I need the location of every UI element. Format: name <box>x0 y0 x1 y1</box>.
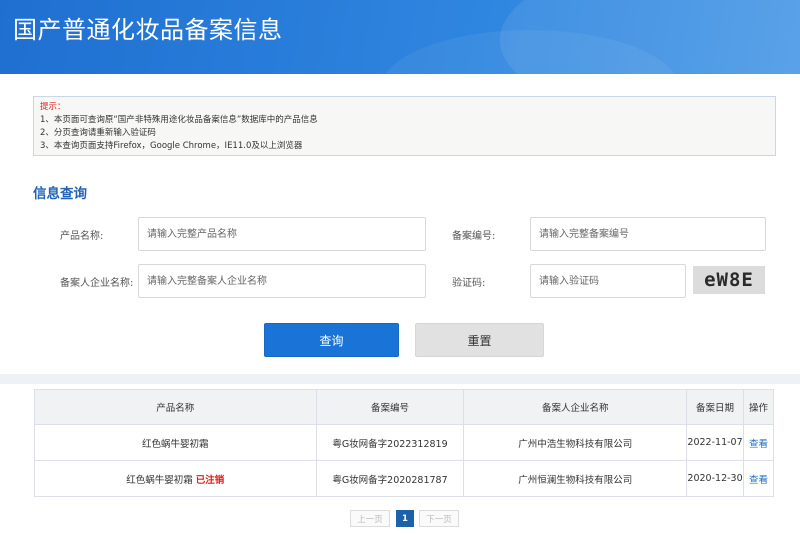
product-name-label: 产品名称: <box>60 231 104 242</box>
captcha-label: 验证码: <box>452 278 486 289</box>
column-header: 操作 <box>743 389 774 425</box>
column-header: 产品名称 <box>34 389 317 425</box>
record-no-label: 备案编号: <box>452 231 496 242</box>
product-name: 红色蜗牛婴初霜 <box>126 474 193 486</box>
record-no-cell: 粤G妆网备字2020281787 <box>315 460 465 497</box>
captcha-input[interactable] <box>530 264 686 298</box>
product-name-input[interactable] <box>138 217 426 251</box>
date-cell: 2022-11-07 <box>686 424 745 461</box>
product-name-cell: 红色蜗牛婴初霜 <box>34 424 317 461</box>
tip-line: 3、本查询页面支持Firefox，Google Chrome，IE11.0及以上… <box>40 141 303 151</box>
table-row: 红色蜗牛婴初霜 粤G妆网备字2022312819 广州中浩生物科技有限公司 20… <box>34 424 774 461</box>
prev-page-button[interactable]: 上一页 <box>350 510 390 527</box>
record-no-input[interactable] <box>530 217 766 251</box>
section-title: 信息查询 <box>33 186 87 202</box>
current-page-button[interactable]: 1 <box>396 510 414 527</box>
company-label: 备案人企业名称: <box>60 278 134 289</box>
reset-button[interactable]: 重置 <box>415 323 544 357</box>
view-link[interactable]: 查看 <box>743 460 774 497</box>
company-input[interactable] <box>138 264 426 298</box>
page-header: 国产普通化妆品备案信息 <box>0 0 800 74</box>
tip-line: 2、分页查询请重新输入验证码 <box>40 128 156 138</box>
product-name-cell: 红色蜗牛婴初霜 已注销 <box>34 460 317 497</box>
table-row: 红色蜗牛婴初霜 已注销 粤G妆网备字2020281787 广州恒澜生物科技有限公… <box>34 460 774 497</box>
tips-box: 提示： 1、本页面可查询原“国产非特殊用途化妆品备案信息”数据库中的产品信息 2… <box>33 96 776 156</box>
page-title: 国产普通化妆品备案信息 <box>13 16 283 44</box>
query-button[interactable]: 查询 <box>264 323 399 357</box>
column-header: 备案日期 <box>686 389 745 425</box>
table-header-row: 产品名称 备案编号 备案人企业名称 备案日期 操作 <box>34 389 774 425</box>
next-page-button[interactable]: 下一页 <box>419 510 459 527</box>
record-no-cell: 粤G妆网备字2022312819 <box>315 424 465 461</box>
captcha-image[interactable]: eW8E <box>693 266 765 294</box>
company-cell: 广州中浩生物科技有限公司 <box>463 424 688 461</box>
results-table: 产品名称 备案编号 备案人企业名称 备案日期 操作 红色蜗牛婴初霜 粤G妆网备字… <box>34 389 774 497</box>
column-header: 备案编号 <box>315 389 465 425</box>
tips-title: 提示： <box>40 102 66 112</box>
product-name: 红色蜗牛婴初霜 <box>142 438 209 450</box>
column-header: 备案人企业名称 <box>463 389 688 425</box>
tip-line: 1、本页面可查询原“国产非特殊用途化妆品备案信息”数据库中的产品信息 <box>40 115 318 125</box>
view-link[interactable]: 查看 <box>743 424 774 461</box>
date-cell: 2020-12-30 <box>686 460 745 497</box>
cancelled-badge: 已注销 <box>195 474 225 486</box>
company-cell: 广州恒澜生物科技有限公司 <box>463 460 688 497</box>
